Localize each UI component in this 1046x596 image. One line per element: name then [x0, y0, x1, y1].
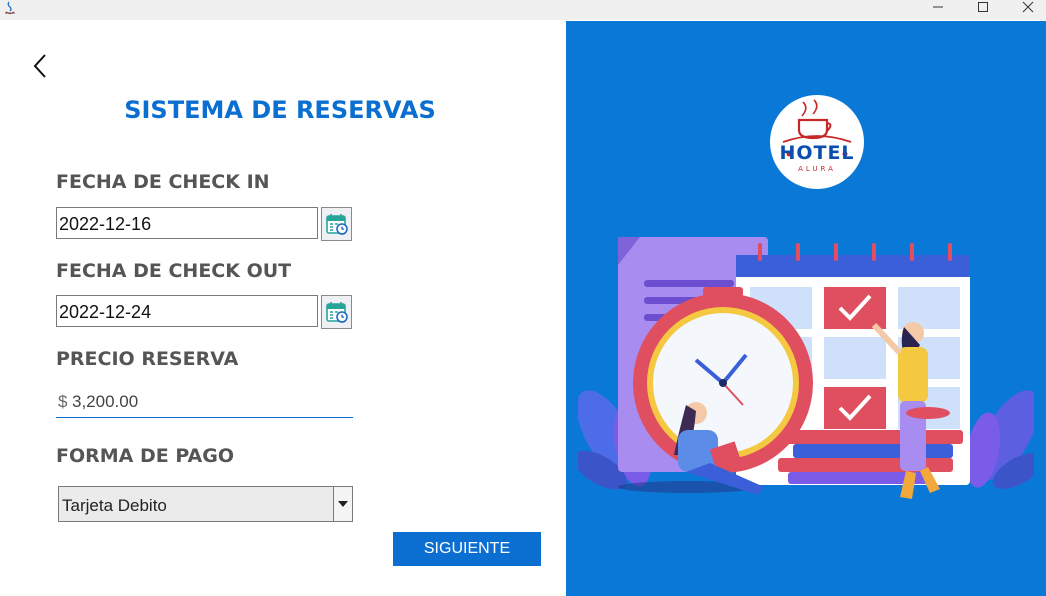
window-title-bar [0, 0, 1046, 20]
price-field[interactable]: $ 3,200.00 [56, 391, 353, 418]
payment-method-select[interactable]: Tarjeta Debito [58, 486, 353, 522]
calendar-icon [326, 214, 348, 235]
price-label: PRECIO RESERVA [56, 348, 239, 370]
maximize-icon [978, 2, 988, 12]
back-button[interactable] [28, 52, 52, 80]
chevron-down-icon [338, 501, 348, 507]
hotel-logo: HOTEL ALURA [769, 94, 865, 190]
brand-panel: HOTEL ALURA [566, 21, 1046, 596]
checkout-calendar-button[interactable] [321, 295, 352, 329]
minimize-icon [933, 6, 943, 8]
booking-illustration [578, 237, 1034, 499]
logo-word: HOTEL [779, 142, 855, 164]
price-currency: $ [58, 392, 68, 411]
checkout-label: FECHA DE CHECK OUT [56, 260, 292, 282]
payment-selected-value: Tarjeta Debito [62, 496, 167, 515]
checkin-label: FECHA DE CHECK IN [56, 171, 270, 193]
payment-label: FORMA DE PAGO [56, 445, 234, 467]
calendar-icon [326, 302, 348, 323]
chevron-left-icon [33, 54, 46, 78]
logo-subword: ALURA [798, 165, 836, 173]
minimize-button[interactable] [915, 0, 961, 20]
checkin-calendar-button[interactable] [321, 207, 352, 241]
close-icon [1022, 1, 1034, 13]
maximize-button[interactable] [960, 0, 1006, 20]
next-button[interactable]: SIGUIENTE [393, 532, 541, 566]
dropdown-button[interactable] [333, 487, 352, 521]
price-value: 3,200.00 [72, 392, 139, 411]
close-button[interactable] [1005, 0, 1046, 20]
page-title: SISTEMA DE RESERVAS [124, 96, 436, 124]
checkin-date-field[interactable]: 2022-12-16 [56, 207, 318, 239]
java-icon [2, 0, 20, 16]
checkout-date-field[interactable]: 2022-12-24 [56, 295, 318, 327]
